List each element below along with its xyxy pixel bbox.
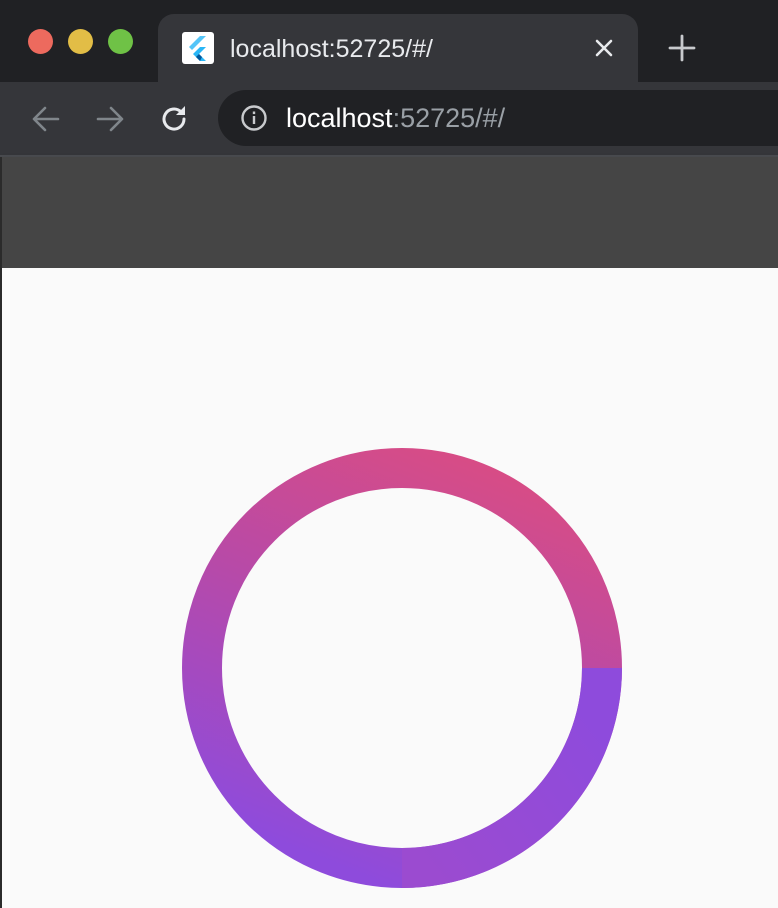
address-bar[interactable]: localhost:52725/#/ (218, 90, 778, 146)
reload-icon[interactable] (157, 102, 191, 136)
plus-icon[interactable] (667, 33, 697, 63)
gradient-ring (182, 448, 622, 888)
ring-segment (402, 668, 622, 888)
url-host: localhost (286, 103, 393, 133)
arrow-left-icon[interactable] (29, 102, 63, 136)
arrow-right-icon[interactable] (93, 102, 127, 136)
window-minimize-button[interactable] (68, 29, 93, 54)
url-text: localhost:52725/#/ (286, 103, 505, 133)
browser-toolbar: localhost:52725/#/ (0, 82, 778, 155)
info-icon[interactable] (240, 104, 268, 132)
flutter-icon (182, 32, 214, 64)
close-icon[interactable] (592, 36, 616, 60)
window-edge (0, 157, 2, 908)
browser-window: localhost:52725/#/ localhost:52725/#/ (0, 0, 778, 908)
window-maximize-button[interactable] (108, 29, 133, 54)
app-bar (0, 157, 778, 268)
window-close-button[interactable] (28, 29, 53, 54)
tab-strip: localhost:52725/#/ (0, 0, 778, 82)
page-body (0, 268, 778, 908)
tab-title: localhost:52725/#/ (230, 35, 433, 63)
browser-tab[interactable]: localhost:52725/#/ (158, 14, 638, 82)
url-path: :52725/#/ (392, 103, 506, 133)
